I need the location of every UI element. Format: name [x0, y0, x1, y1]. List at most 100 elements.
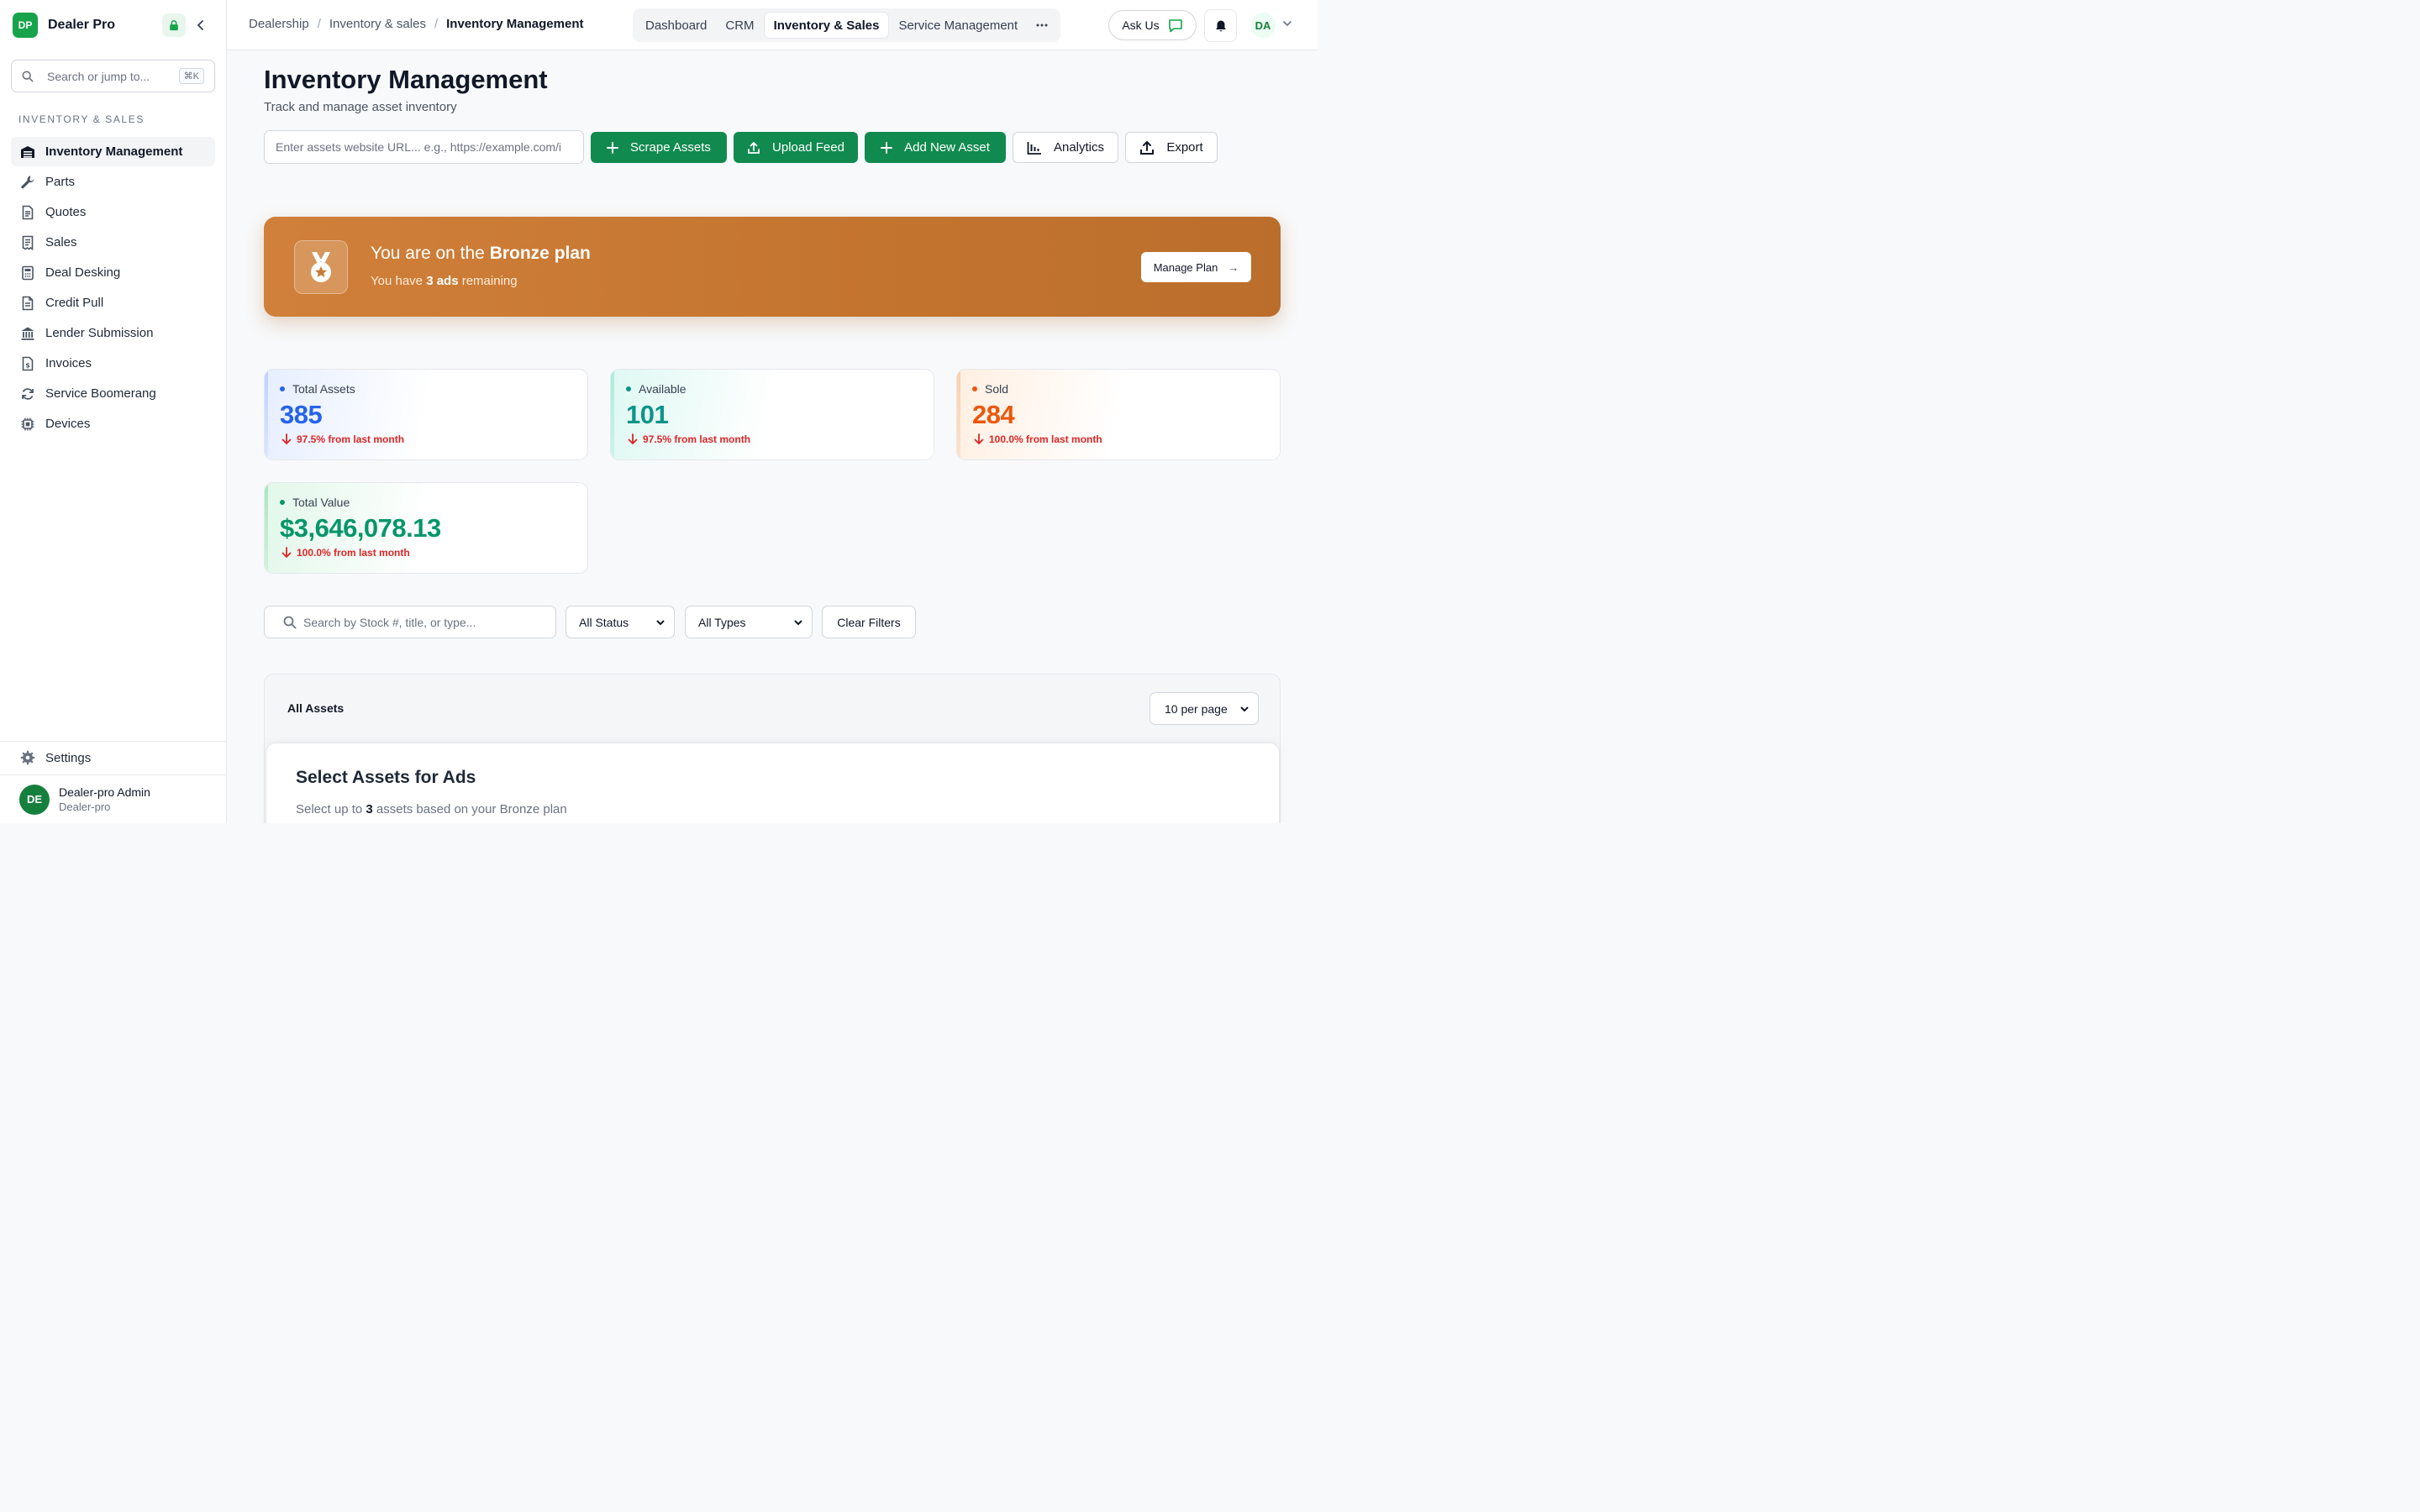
chevron-down-icon	[1240, 706, 1249, 711]
stat-value: 284	[972, 400, 1015, 429]
status-dot	[972, 386, 977, 391]
user-avatar-button[interactable]: DA	[1250, 13, 1276, 38]
sidebar-item-lender-submission[interactable]: Lender Submission	[11, 318, 215, 348]
receipt-icon	[22, 235, 34, 250]
ask-us-button[interactable]: Ask Us	[1108, 10, 1197, 40]
assets-url-input[interactable]: Enter assets website URL... e.g., https:…	[264, 130, 584, 164]
plan-sub-prefix: You have	[371, 274, 427, 288]
stat-label: Total Value	[292, 496, 350, 509]
settings-label: Settings	[45, 750, 92, 765]
sidebar: DP Dealer Pro Search or jump to... ⌘K IN…	[0, 0, 227, 823]
stat-change-text: 97.5% from last month	[643, 433, 751, 445]
sidebar-item-label: Invoices	[45, 356, 92, 370]
arrow-right-icon: →	[1228, 260, 1239, 274]
brand[interactable]: DP Dealer Pro	[13, 13, 214, 38]
sidebar-item-label: Quotes	[45, 205, 87, 219]
warehouse-icon	[21, 145, 34, 158]
stat-card-available: Available 101 97.5% from last month	[610, 369, 934, 460]
arrow-down-icon	[281, 547, 292, 559]
bell-icon	[1215, 20, 1226, 32]
chevron-down-icon[interactable]	[1282, 18, 1292, 29]
sidebar-item-devices[interactable]: Devices	[11, 409, 215, 438]
breadcrumb-item[interactable]: Inventory & sales	[329, 17, 426, 31]
sidebar-search-input[interactable]: Search or jump to... ⌘K	[11, 60, 215, 92]
plan-title-prefix: You are on the	[371, 244, 490, 263]
plan-subtitle: You have 3 ads remaining	[371, 274, 518, 288]
sidebar-item-sales[interactable]: Sales	[11, 228, 215, 257]
all-assets-panel: All Assets 10 per page Select Assets for…	[264, 674, 1281, 823]
type-filter-select[interactable]: All Types	[685, 606, 813, 638]
export-icon	[1140, 140, 1155, 155]
ads-remaining-count: 3 ads	[426, 274, 459, 288]
chevron-down-icon	[656, 619, 665, 625]
sidebar-item-label: Parts	[45, 175, 76, 189]
sidebar-item-label: Credit Pull	[45, 296, 104, 310]
collapse-sidebar-button[interactable]	[192, 13, 209, 37]
sidebar-item-deal-desking[interactable]: Deal Desking	[11, 258, 215, 287]
tab-inventory-sales[interactable]: Inventory & Sales	[763, 12, 890, 39]
more-horizontal-icon	[1036, 24, 1048, 27]
notifications-button[interactable]	[1204, 9, 1237, 42]
export-button[interactable]: Export	[1125, 132, 1218, 163]
manage-plan-button[interactable]: Manage Plan →	[1141, 252, 1251, 282]
tab-dashboard[interactable]: Dashboard	[636, 12, 716, 39]
plan-sub-suffix: remaining	[458, 274, 518, 288]
status-dot	[626, 386, 631, 391]
sidebar-item-quotes[interactable]: Quotes	[11, 197, 215, 227]
stat-value: 385	[280, 400, 323, 429]
wrench-icon	[21, 176, 34, 188]
ask-us-label: Ask Us	[1122, 18, 1160, 32]
status-filter-select[interactable]: All Status	[566, 606, 675, 638]
brand-name: Dealer Pro	[48, 18, 116, 32]
more-tabs-button[interactable]	[1027, 12, 1057, 39]
chat-icon	[1168, 19, 1182, 33]
all-assets-title: All Assets	[287, 701, 345, 715]
svg-text:$: $	[25, 361, 30, 369]
add-new-asset-button[interactable]: Add New Asset	[865, 132, 1006, 163]
sidebar-item-credit-pull[interactable]: Credit Pull	[11, 288, 215, 318]
lock-button[interactable]	[162, 13, 186, 37]
tab-service-management[interactable]: Service Management	[889, 12, 1027, 39]
tab-crm[interactable]: CRM	[716, 12, 763, 39]
per-page-select[interactable]: 10 per page	[1150, 692, 1259, 725]
plan-name: Bronze plan	[489, 244, 591, 263]
sidebar-section-label: INVENTORY & SALES	[18, 113, 145, 125]
stat-change-text: 100.0% from last month	[989, 433, 1102, 445]
stat-change: 100.0% from last month	[281, 547, 410, 559]
asset-search-input[interactable]: Search by Stock #, title, or type...	[264, 606, 556, 638]
asset-search-placeholder: Search by Stock #, title, or type...	[303, 615, 476, 629]
analytics-label: Analytics	[1053, 140, 1105, 155]
search-icon	[22, 71, 34, 82]
clear-filters-button[interactable]: Clear Filters	[822, 606, 916, 638]
plus-icon	[881, 141, 893, 154]
stat-label: Available	[639, 382, 687, 396]
sidebar-item-settings[interactable]: Settings	[20, 750, 91, 765]
upload-feed-button[interactable]: Upload Feed	[734, 132, 858, 163]
sidebar-item-label: Lender Submission	[45, 326, 154, 340]
scrape-assets-button[interactable]: Scrape Assets	[591, 132, 727, 163]
document-icon	[22, 205, 34, 219]
upload-feed-label: Upload Feed	[772, 140, 844, 155]
sidebar-item-label: Service Boomerang	[45, 386, 156, 401]
select-sub-prefix: Select up to	[296, 802, 366, 816]
stat-label: Sold	[985, 382, 1009, 396]
analytics-button[interactable]: Analytics	[1013, 132, 1118, 163]
sidebar-item-parts[interactable]: Parts	[11, 167, 215, 197]
invoice-icon: $	[22, 356, 34, 370]
select-assets-title: Select Assets for Ads	[296, 768, 476, 787]
breadcrumb-item[interactable]: Dealership	[249, 17, 309, 31]
stat-change: 100.0% from last month	[974, 433, 1102, 445]
arrow-down-icon	[628, 433, 638, 445]
sidebar-item-invoices[interactable]: $ Invoices	[11, 349, 215, 378]
sidebar-search-placeholder: Search or jump to...	[47, 69, 150, 83]
arrow-down-icon	[281, 433, 292, 445]
manage-plan-label: Manage Plan	[1153, 260, 1218, 274]
chevron-down-icon	[794, 619, 802, 625]
stat-change: 97.5% from last month	[628, 433, 750, 445]
user-profile[interactable]: DE Dealer-pro Admin Dealer-pro	[0, 774, 226, 823]
plan-banner: You are on the Bronze plan You have 3 ad…	[264, 217, 1281, 317]
breadcrumb-current: Inventory Management	[446, 17, 584, 31]
sidebar-item-inventory-management[interactable]: Inventory Management	[11, 137, 215, 166]
stat-card-total-assets: Total Assets 385 97.5% from last month	[264, 369, 588, 460]
sidebar-item-service-boomerang[interactable]: Service Boomerang	[11, 379, 215, 408]
